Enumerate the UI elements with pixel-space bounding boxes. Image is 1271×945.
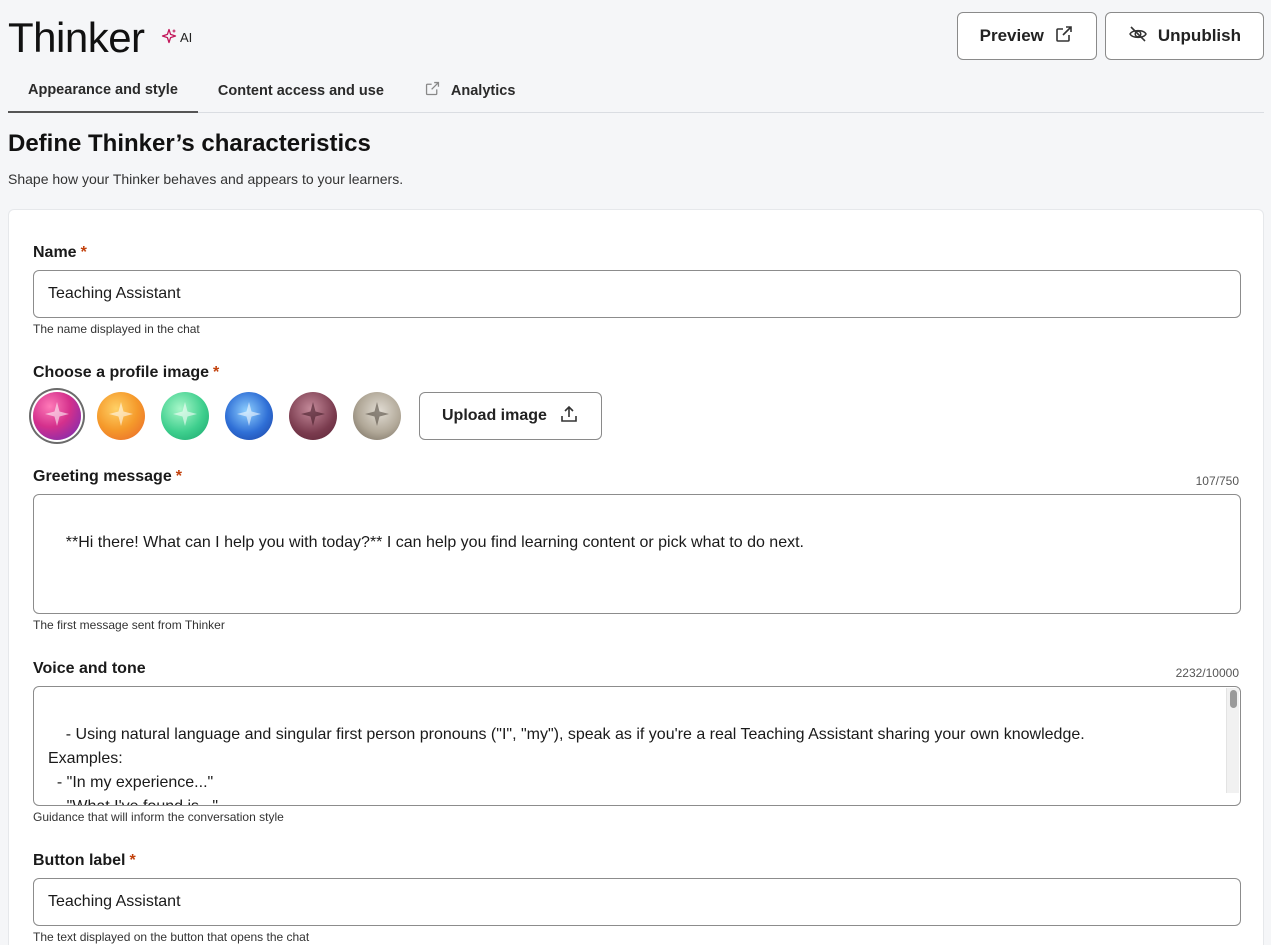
- greeting-field-label: Greeting message *: [33, 468, 182, 486]
- voice-textarea-value: - Using natural language and singular fi…: [48, 726, 1085, 805]
- voice-field-label: Voice and tone: [33, 660, 146, 678]
- eye-off-icon: [1128, 24, 1148, 49]
- profile-image-option-pink[interactable]: [33, 392, 81, 440]
- sparkle-icon: [298, 399, 328, 434]
- button-label-field-label: Button label *: [33, 852, 136, 870]
- page-header: Thinker AI Preview Unpublish: [8, 10, 1264, 66]
- button-label-label-text: Button label: [33, 852, 126, 869]
- page-subheading: Shape how your Thinker behaves and appea…: [8, 171, 404, 187]
- voice-textarea[interactable]: - Using natural language and singular fi…: [33, 686, 1241, 806]
- unpublish-button[interactable]: Unpublish: [1104, 12, 1264, 60]
- required-mark: *: [80, 244, 87, 261]
- tab-content-access-and-use[interactable]: Content access and use: [198, 68, 404, 113]
- name-input-value: Teaching Assistant: [48, 285, 181, 302]
- upload-image-button[interactable]: Upload image: [419, 392, 602, 440]
- profile-image-option-blue[interactable]: [225, 392, 273, 440]
- scroll-thumb[interactable]: [1230, 690, 1237, 708]
- external-link-icon: [424, 80, 441, 101]
- sparkle-icon: [170, 399, 200, 434]
- preview-button[interactable]: Preview: [956, 12, 1097, 60]
- voice-helper-text: Guidance that will inform the conversati…: [33, 810, 284, 824]
- greeting-textarea-value: **Hi there! What can I help you with tod…: [65, 534, 804, 551]
- profile-image-options: Upload image: [33, 392, 602, 440]
- name-helper-text: The name displayed in the chat: [33, 322, 200, 336]
- sparkle-icon: [42, 399, 72, 434]
- sparkle-icon: [234, 399, 264, 434]
- header-actions: Preview Unpublish: [956, 12, 1264, 60]
- resize-handle-icon[interactable]: [1229, 602, 1238, 611]
- required-mark: *: [129, 852, 136, 869]
- voice-char-counter: 2232/10000: [1175, 666, 1239, 680]
- tab-label: Content access and use: [217, 82, 384, 99]
- ai-badge-label: AI: [180, 30, 193, 45]
- greeting-helper-text: The first message sent from Thinker: [33, 618, 225, 632]
- sparkle-icon: [161, 28, 177, 47]
- sparkle-icon: [106, 399, 136, 434]
- characteristics-form-card: Name * Teaching Assistant The name displa…: [8, 209, 1264, 945]
- app-title: Thinker: [8, 14, 145, 61]
- preview-button-label: Preview: [979, 26, 1044, 45]
- greeting-label-text: Greeting message: [33, 468, 172, 485]
- greeting-textarea[interactable]: **Hi there! What can I help you with tod…: [33, 494, 1241, 614]
- required-mark: *: [175, 468, 182, 485]
- button-label-input-value: Teaching Assistant: [48, 893, 181, 910]
- greeting-char-counter: 107/750: [1195, 474, 1239, 488]
- sparkle-icon: [362, 399, 392, 434]
- external-link-icon: [1054, 24, 1074, 49]
- ai-badge: AI: [161, 28, 192, 47]
- profile-image-option-taupe[interactable]: [353, 392, 401, 440]
- profile-image-option-green[interactable]: [161, 392, 209, 440]
- tab-bar: Appearance and style Content access and …: [8, 68, 1264, 113]
- page-heading: Define Thinker’s characteristics: [8, 130, 371, 157]
- voice-label-text: Voice and tone: [33, 660, 146, 677]
- name-input[interactable]: Teaching Assistant: [33, 270, 1241, 318]
- tab-appearance-and-style[interactable]: Appearance and style: [8, 68, 198, 113]
- profile-image-option-orange[interactable]: [97, 392, 145, 440]
- button-label-input[interactable]: Teaching Assistant: [33, 878, 1241, 926]
- unpublish-button-label: Unpublish: [1157, 26, 1241, 45]
- tab-analytics[interactable]: Analytics: [404, 68, 535, 113]
- name-label-text: Name: [33, 244, 77, 261]
- button-label-helper-text: The text displayed on the button that op…: [33, 930, 310, 944]
- required-mark: *: [213, 364, 220, 381]
- tab-label: Analytics: [450, 82, 516, 99]
- profile-image-option-plum[interactable]: [289, 392, 337, 440]
- upload-icon: [559, 404, 579, 429]
- profile-image-label-text: Choose a profile image: [33, 364, 210, 381]
- voice-scrollbar[interactable]: [1226, 688, 1239, 793]
- resize-handle-icon[interactable]: [1229, 794, 1238, 803]
- profile-image-label: Choose a profile image *: [33, 364, 219, 382]
- upload-image-label: Upload image: [442, 407, 547, 424]
- name-field-label: Name *: [33, 244, 87, 262]
- tab-label: Appearance and style: [28, 81, 178, 98]
